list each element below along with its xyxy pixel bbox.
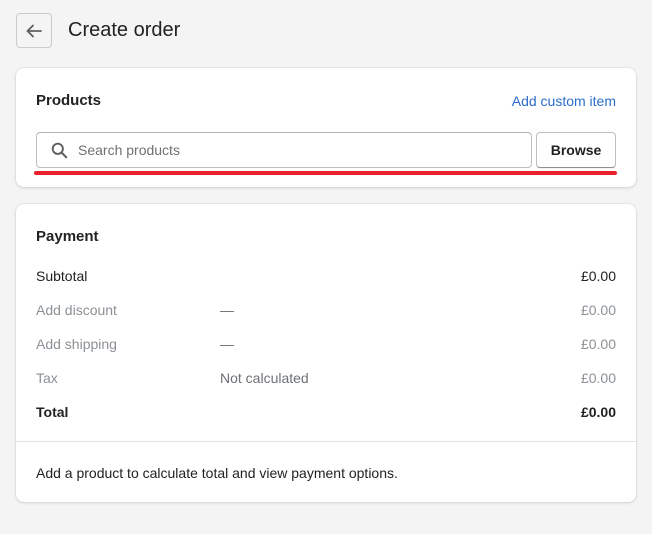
discount-detail: —	[220, 302, 234, 318]
shipping-amount: £0.00	[580, 336, 616, 352]
total-row: Total £0.00	[36, 404, 616, 438]
shipping-row: Add shipping — £0.00	[36, 336, 616, 370]
search-products-input[interactable]	[78, 142, 531, 158]
search-icon	[51, 142, 68, 158]
divider	[16, 441, 636, 442]
back-button[interactable]	[16, 13, 52, 48]
highlight-underline	[34, 171, 617, 175]
subtotal-amount: £0.00	[580, 268, 616, 284]
total-amount: £0.00	[580, 404, 616, 420]
tax-amount: £0.00	[580, 370, 616, 386]
arrow-left-icon	[26, 24, 42, 37]
add-discount-link[interactable]: Add discount	[36, 302, 117, 318]
discount-amount: £0.00	[580, 302, 616, 318]
search-products-field[interactable]	[36, 132, 532, 168]
total-label: Total	[36, 404, 69, 420]
payment-title: Payment	[36, 228, 99, 245]
subtotal-row: Subtotal £0.00	[36, 268, 616, 302]
add-shipping-link[interactable]: Add shipping	[36, 336, 117, 352]
shipping-detail: —	[220, 336, 234, 352]
payment-summary: Subtotal £0.00 Add discount — £0.00 Add …	[36, 268, 616, 438]
payment-footer-text: Add a product to calculate total and vie…	[36, 465, 398, 481]
payment-card: Payment Subtotal £0.00 Add discount — £0…	[16, 204, 636, 502]
tax-label: Tax	[36, 370, 58, 386]
products-card: Products Add custom item Browse	[16, 68, 636, 187]
subtotal-label: Subtotal	[36, 268, 88, 284]
page-title: Create order	[68, 19, 181, 41]
products-title: Products	[36, 92, 102, 109]
browse-button[interactable]: Browse	[536, 132, 616, 168]
page-header: Create order	[16, 13, 180, 48]
discount-row: Add discount — £0.00	[36, 302, 616, 336]
add-custom-item-link[interactable]: Add custom item	[512, 93, 616, 109]
tax-detail: Not calculated	[220, 370, 309, 386]
tax-row: Tax Not calculated £0.00	[36, 370, 616, 404]
